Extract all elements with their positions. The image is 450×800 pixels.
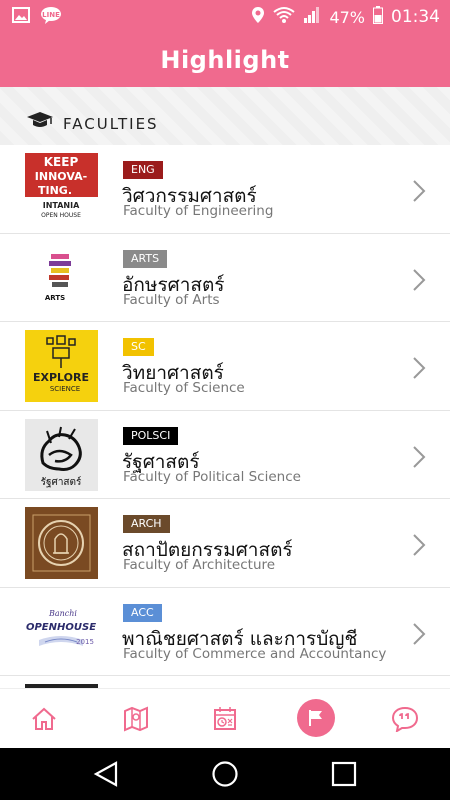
faculty-thumbnail: รัฐศาสตร์: [25, 418, 98, 491]
faculty-badge: SC: [123, 338, 154, 356]
svg-text:2015: 2015: [76, 638, 94, 646]
faculty-title-english: Faculty of Commerce and Accountancy: [123, 645, 387, 662]
faculty-thumbnail: Banchi OPENHOUSE 2015: [25, 595, 98, 668]
map-icon[interactable]: [118, 701, 154, 737]
faculty-title-english: Faculty of Arts: [123, 291, 220, 308]
recents-icon[interactable]: [330, 760, 358, 792]
faculty-title-english: Faculty of Science: [123, 380, 245, 396]
bottom-nav: [0, 688, 450, 748]
svg-text:Banchi: Banchi: [48, 609, 77, 618]
faculty-thumbnail: KEEP INNOVA- TING. INTANIA OPEN HOUSE: [25, 153, 98, 225]
schedule-icon[interactable]: [207, 701, 243, 737]
list-item[interactable]: รัฐศาสตร์ POLSCI รัฐศาสตร์ Faculty of Po…: [0, 410, 450, 499]
chevron-right-icon: [412, 533, 426, 561]
system-nav-bar: [0, 748, 450, 800]
svg-text:INTANIA: INTANIA: [43, 201, 80, 210]
section-header: FACULTIES: [0, 87, 450, 145]
location-icon: [251, 6, 265, 28]
wifi-icon: [273, 6, 296, 28]
back-icon[interactable]: [92, 760, 120, 792]
chevron-right-icon: [412, 179, 426, 207]
signal-icon: [303, 6, 321, 28]
svg-text:KEEP: KEEP: [44, 155, 79, 169]
home-circle-icon[interactable]: [211, 760, 239, 792]
faculty-badge: ACC: [123, 603, 162, 622]
status-bar: LINE 47% 01:34: [0, 0, 450, 34]
svg-text:TING.: TING.: [38, 184, 72, 197]
section-title: FACULTIES: [63, 115, 159, 133]
list-item[interactable]: Banchi OPENHOUSE 2015 ACC พาณิชยศาสตร์ แ…: [0, 587, 450, 676]
clock: 01:34: [391, 7, 440, 27]
svg-text:OPENHOUSE: OPENHOUSE: [26, 622, 96, 633]
list-item[interactable]: [0, 676, 450, 688]
faculty-thumbnail: [25, 507, 98, 579]
list-item[interactable]: ARCH สถาปัตยกรรมศาสตร์ Faculty of Archit…: [0, 499, 450, 588]
home-icon[interactable]: [26, 701, 62, 737]
page-title: Highlight: [160, 46, 290, 74]
faculty-title-english: Faculty of Architecture: [123, 557, 276, 573]
faculty-badge: ARCH: [123, 515, 170, 533]
chevron-right-icon: [412, 445, 426, 473]
faculty-list[interactable]: KEEP INNOVA- TING. INTANIA OPEN HOUSE EN…: [0, 145, 450, 688]
chevron-right-icon: [412, 622, 426, 650]
list-item[interactable]: ARTS ARTS อักษรศาสตร์ Faculty of Arts: [0, 233, 450, 322]
faculty-title-english: Faculty of Political Science: [123, 468, 301, 485]
faculty-badge: ENG: [123, 161, 163, 179]
svg-text:INNOVA-: INNOVA-: [35, 170, 87, 183]
svg-text:รัฐศาสตร์: รัฐศาสตร์: [41, 476, 82, 488]
highlight-flag-icon[interactable]: [297, 699, 335, 737]
graduation-cap-icon: [26, 111, 54, 133]
list-item[interactable]: KEEP INNOVA- TING. INTANIA OPEN HOUSE EN…: [0, 145, 450, 234]
faculty-thumbnail: EXPLORE SCIENCE: [25, 330, 98, 402]
faculty-title-english: Faculty of Engineering: [123, 203, 274, 219]
gallery-icon: [12, 7, 30, 27]
battery-icon: [373, 6, 383, 28]
svg-text:ARTS: ARTS: [45, 294, 65, 302]
app-bar: Highlight: [0, 34, 450, 87]
faculty-thumbnail: ARTS: [25, 241, 98, 314]
battery-percent: 47%: [329, 7, 365, 27]
svg-text:LINE: LINE: [42, 11, 60, 19]
svg-text:SCIENCE: SCIENCE: [50, 385, 80, 393]
chevron-right-icon: [412, 268, 426, 296]
chevron-right-icon: [412, 356, 426, 384]
chat-icon[interactable]: [387, 701, 423, 737]
svg-text:EXPLORE: EXPLORE: [33, 371, 89, 384]
faculty-badge: POLSCI: [123, 426, 179, 445]
svg-text:OPEN HOUSE: OPEN HOUSE: [41, 212, 81, 219]
list-item[interactable]: EXPLORE SCIENCE SC วิทยาศาสตร์ Faculty o…: [0, 322, 450, 411]
line-app-icon: LINE: [40, 6, 62, 28]
faculty-badge: ARTS: [123, 249, 168, 268]
